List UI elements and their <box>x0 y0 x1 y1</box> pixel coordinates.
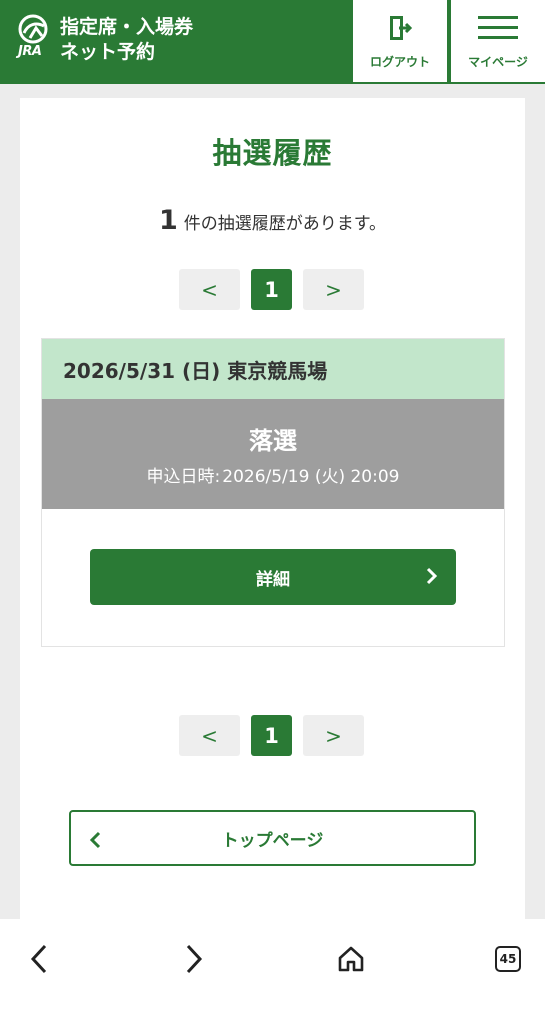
brand[interactable]: JRA 指定席・入場券 ネット予約 <box>18 14 193 66</box>
home-icon[interactable] <box>331 939 371 979</box>
history-count-text: 件の抽選履歴があります。 <box>183 214 387 234</box>
menu-icon <box>478 11 518 45</box>
brand-title-line2: ネット予約 <box>60 41 156 63</box>
lottery-result: 落選 <box>249 427 297 455</box>
pagination-next-button[interactable]: > <box>303 715 364 756</box>
application-datetime-label: 申込日時: <box>146 467 221 487</box>
browser-toolbar: 45 <box>0 919 545 1024</box>
detail-button-label: 詳細 <box>256 569 290 590</box>
page-title: 抽選履歴 <box>212 136 333 170</box>
lottery-history-card: 2026/5/31 (日) 東京競馬場 落選 申込日時: 2026/5/19 (… <box>41 338 505 647</box>
application-datetime: 申込日時: 2026/5/19 (火) 20:09 <box>147 462 400 487</box>
top-page-button[interactable]: トップページ <box>69 810 476 866</box>
pagination-prev-button[interactable]: < <box>179 269 240 310</box>
detail-button[interactable]: 詳細 <box>90 549 456 605</box>
pagination-page-current[interactable]: 1 <box>251 269 292 310</box>
pagination-next-button[interactable]: > <box>303 269 364 310</box>
mypage-label: マイページ <box>468 55 528 69</box>
chevron-right-icon <box>426 566 438 591</box>
brand-title-line1: 指定席・入場券 <box>60 16 194 38</box>
pagination-page-current[interactable]: 1 <box>251 715 292 756</box>
app-header: JRA 指定席・入場券 ネット予約 ログアウト マイページ <box>0 0 545 84</box>
history-count: 1 件の抽選履歴があります。 <box>0 205 545 236</box>
pagination-top: < 1 > <box>179 269 366 310</box>
lottery-status: 落選 申込日時: 2026/5/19 (火) 20:09 <box>42 399 504 509</box>
logout-icon <box>387 11 413 45</box>
pagination-bottom: < 1 > <box>179 715 366 756</box>
race-date-venue: 2026/5/31 (日) 東京競馬場 <box>42 339 504 399</box>
logout-button[interactable]: ログアウト <box>353 0 447 82</box>
pagination-prev-button[interactable]: < <box>179 715 240 756</box>
chevron-left-icon <box>89 830 101 855</box>
forward-icon[interactable] <box>174 939 214 979</box>
tab-count: 45 <box>495 946 521 972</box>
application-datetime-value: 2026/5/19 (火) 20:09 <box>222 467 400 487</box>
mypage-menu-button[interactable]: マイページ <box>451 0 545 82</box>
history-count-number: 1 <box>158 205 178 236</box>
back-icon[interactable] <box>19 939 59 979</box>
jra-logo-text: JRA <box>18 44 42 59</box>
tabs-icon[interactable]: 45 <box>488 939 528 979</box>
top-page-label: トップページ <box>221 830 324 851</box>
logout-label: ログアウト <box>369 55 430 69</box>
logo-icon: JRA <box>18 14 54 66</box>
